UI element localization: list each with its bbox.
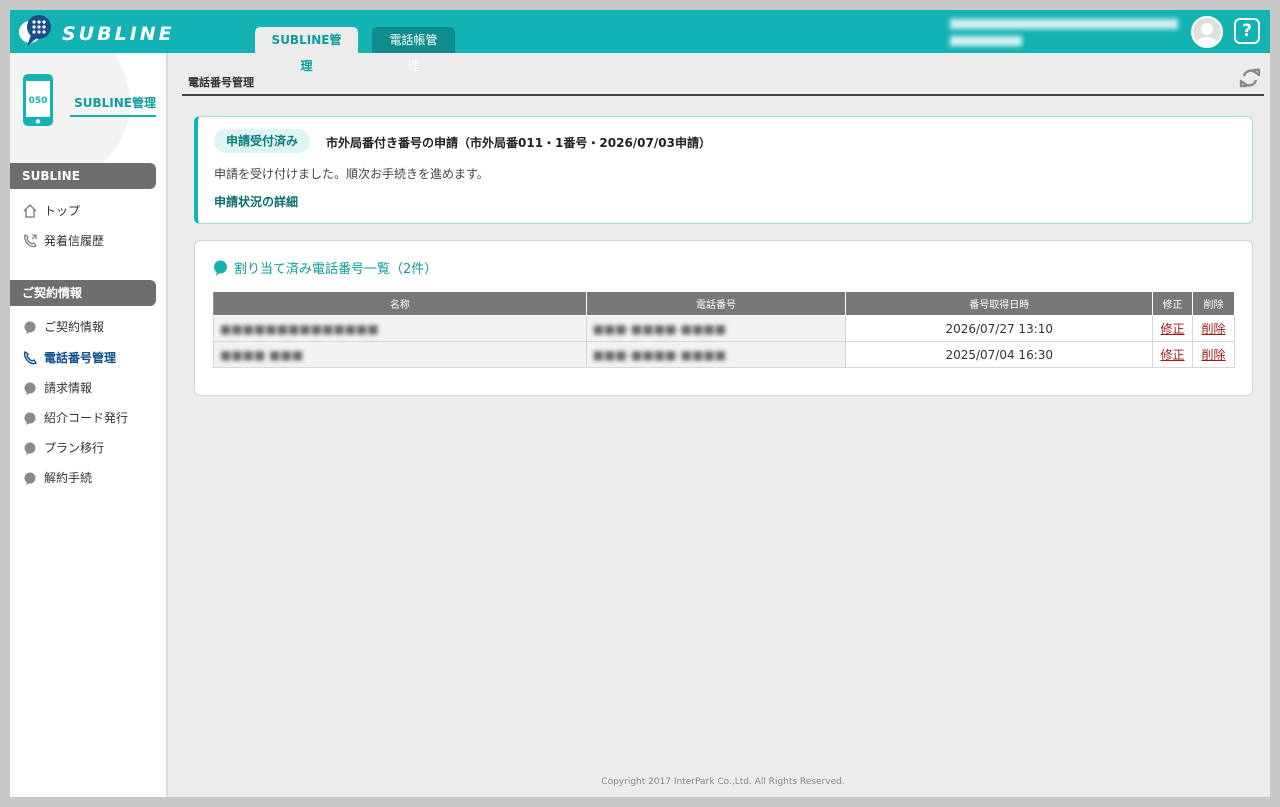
sidebar-item-label: ご契約情報 — [44, 320, 105, 334]
phone-icon — [23, 350, 37, 365]
avatar[interactable] — [1191, 16, 1223, 48]
phone-log-icon — [24, 234, 37, 248]
title-divider — [182, 94, 1264, 96]
bullet-icon — [24, 472, 36, 485]
edit-link[interactable]: 修正 — [1161, 322, 1185, 336]
sidebar-item-label: 紹介コード発行 — [44, 411, 129, 425]
logo-text: SUBLINE — [62, 23, 175, 45]
sidebar-item-referral-code[interactable]: 紹介コード発行 — [22, 407, 128, 429]
notice-title: 市外局番付き番号の申請（市外局番011・1番号・2026/07/03申請） — [326, 136, 711, 150]
column-header-name: 名称 — [213, 291, 587, 316]
sidebar-item-label: プラン移行 — [44, 441, 105, 455]
phone-redacted: ■■■-■■■■-■■■■ — [592, 347, 727, 362]
table-header-row: 名称 電話番号 番号取得日時 修正 削除 — [213, 291, 1235, 316]
phone-redacted: ■■■-■■■■-■■■■ — [592, 321, 727, 336]
bullet-icon — [24, 321, 36, 334]
account-sub-info-redacted — [950, 36, 1022, 46]
column-header-delete: 削除 — [1192, 291, 1235, 316]
sidebar-item-label: 解約手続 — [44, 471, 93, 485]
sidebar-item-label: 請求情報 — [44, 381, 93, 395]
sidebar-item-cancellation[interactable]: 解約手続 — [22, 467, 92, 489]
sidebar-item-top[interactable]: トップ — [22, 200, 80, 222]
home-icon — [23, 204, 37, 218]
tab-phonebook-management[interactable]: 電話帳管理 — [372, 27, 455, 73]
application-status-link[interactable]: 申請状況の詳細 — [214, 193, 298, 210]
status-badge: 申請受付済み — [214, 129, 311, 153]
tab-subline-management[interactable]: SUBLINE管理 — [255, 27, 358, 73]
list-heading: 割り当て済み電話番号一覧（2件） — [213, 258, 437, 277]
column-header-acquired: 番号取得日時 — [845, 291, 1154, 316]
assigned-numbers-table: 名称 電話番号 番号取得日時 修正 削除 ■■■■■■■■■■■■■■ ■■■-… — [213, 291, 1235, 368]
cell-name: ■■■■ ■■■ — [213, 341, 587, 368]
sidebar-item-phone-management[interactable]: 電話番号管理 — [22, 347, 116, 369]
refresh-icon[interactable] — [1238, 66, 1262, 90]
cell-acquired: 2025/07/04 16:30 — [845, 341, 1154, 368]
sidebar-item-contract-info[interactable]: ご契約情報 — [22, 316, 104, 338]
logo-icon — [19, 15, 51, 46]
section-contract-info: ご契約情報 — [10, 280, 156, 306]
section-subline: SUBLINE — [10, 163, 156, 189]
table-row: ■■■■■■■■■■■■■■ ■■■-■■■■-■■■■ 2026/07/27 … — [213, 315, 1235, 342]
cell-acquired: 2026/07/27 13:10 — [845, 315, 1154, 342]
cell-delete: 削除 — [1192, 341, 1235, 368]
edit-link[interactable]: 修正 — [1161, 348, 1185, 362]
sidebar-item-label: 発着信履歴 — [44, 234, 105, 248]
footer-copyright: Copyright 2017 InterPark Co.,Ltd. All Ri… — [601, 777, 845, 787]
list-heading-text: 割り当て済み電話番号一覧（2件） — [234, 262, 438, 277]
name-redacted: ■■■■■■■■■■■■■■ — [220, 321, 379, 336]
bullet-icon — [24, 382, 36, 395]
user-icon — [1196, 23, 1218, 46]
cell-edit: 修正 — [1152, 341, 1194, 368]
name-redacted: ■■■■ ■■■ — [220, 347, 304, 362]
cell-name: ■■■■■■■■■■■■■■ — [213, 315, 587, 342]
bullet-icon — [24, 412, 36, 425]
top-header: SUBLINE SUBLINE管理 電話帳管理 ? — [10, 10, 1270, 73]
sidebar: 050 SUBLINE管理 SUBLINE トップ 発着信履歴 ご契約情報 ご契… — [10, 53, 168, 797]
cell-delete: 削除 — [1192, 315, 1235, 342]
sidebar-item-plan-change[interactable]: プラン移行 — [22, 437, 104, 459]
notice-message: 申請を受け付けました。順次お手続きを進めます。 — [214, 167, 489, 181]
cell-phone: ■■■-■■■■-■■■■ — [585, 315, 847, 342]
sidebar-item-label: 電話番号管理 — [44, 351, 117, 365]
column-header-phone: 電話番号 — [585, 291, 847, 316]
sidebar-title: SUBLINE管理 — [70, 94, 156, 117]
sidebar-item-label: トップ — [44, 204, 81, 218]
table-row: ■■■■ ■■■ ■■■-■■■■-■■■■ 2025/07/04 16:30 … — [213, 341, 1235, 368]
cell-edit: 修正 — [1152, 315, 1194, 342]
speech-bubble-icon — [214, 260, 227, 276]
delete-link[interactable]: 削除 — [1202, 322, 1226, 336]
column-header-edit: 修正 — [1152, 291, 1194, 316]
sidebar-item-call-history[interactable]: 発着信履歴 — [22, 230, 104, 252]
phone-prefix-text: 050 — [29, 96, 48, 106]
page-title: 電話番号管理 — [188, 76, 254, 89]
smartphone-icon: 050 — [23, 74, 53, 126]
main-content: 電話番号管理 申請受付済み 市外局番付き番号の申請（市外局番011・1番号・20… — [182, 53, 1264, 797]
application-notice: 申請受付済み 市外局番付き番号の申請（市外局番011・1番号・2026/07/0… — [194, 116, 1253, 224]
delete-link[interactable]: 削除 — [1202, 348, 1226, 362]
sidebar-item-billing[interactable]: 請求情報 — [22, 377, 92, 399]
bullet-icon — [24, 442, 36, 455]
cell-phone: ■■■-■■■■-■■■■ — [585, 341, 847, 368]
app-window: SUBLINE SUBLINE管理 電話帳管理 ? 050 SUBLINE管理 … — [10, 10, 1270, 797]
assigned-numbers-panel: 割り当て済み電話番号一覧（2件） 名称 電話番号 番号取得日時 修正 削除 ■■… — [194, 240, 1253, 396]
help-button[interactable]: ? — [1234, 18, 1260, 44]
account-info-redacted — [950, 19, 1178, 29]
